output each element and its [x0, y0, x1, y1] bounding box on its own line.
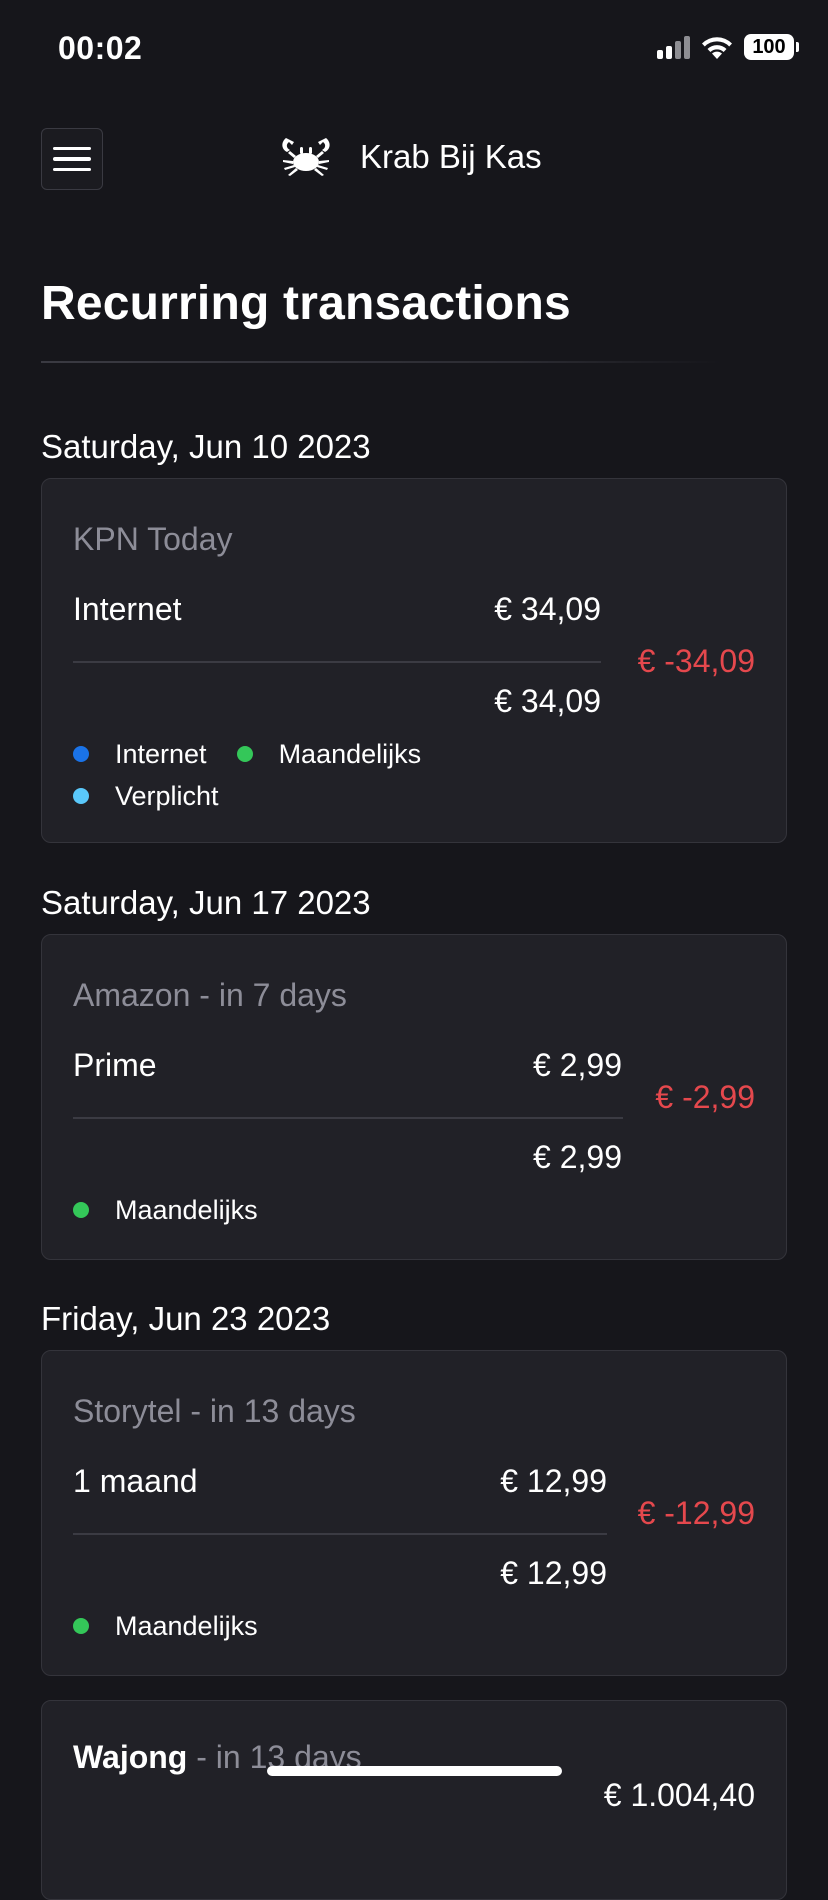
item-amount: € 1.004,40 [603, 1777, 755, 1813]
tag-label: Maandelijks [115, 1194, 258, 1225]
transaction-card[interactable]: Amazon - in 7 days Prime € 2,99 € 2,99 €… [41, 934, 787, 1260]
brand-name: Krab Bij Kas [360, 138, 542, 175]
total-amount: € -2,99 [655, 1079, 755, 1115]
tag-dot-icon [236, 746, 253, 762]
date-heading: Friday, Jun 23 2023 [41, 1300, 331, 1337]
date-heading: Saturday, Jun 10 2023 [41, 428, 371, 465]
battery-icon: 100 [744, 34, 799, 60]
item-name: 1 maand [73, 1463, 198, 1499]
item-name: Internet [73, 591, 182, 627]
item-amount: € 12,99 [500, 1463, 607, 1499]
tag-label: Maandelijks [278, 738, 422, 769]
merchant-title: Wajong [73, 1739, 188, 1775]
title-divider [41, 361, 721, 363]
tag-label: Internet [115, 738, 207, 769]
tag-dot-icon [73, 1202, 89, 1218]
hamburger-line [53, 146, 91, 151]
item-divider [73, 1117, 623, 1119]
item-amount: € 2,99 [533, 1047, 622, 1083]
tag: Internet [73, 739, 207, 769]
status-icons: 100 [657, 34, 799, 60]
tag-dot-icon [73, 1618, 89, 1634]
status-bar: 00:02 100 [0, 0, 828, 100]
total-amount: € -34,09 [637, 643, 755, 679]
tag: Maandelijks [73, 1195, 258, 1225]
transaction-card[interactable]: KPN Today Internet € 34,09 € 34,09 € -34… [41, 478, 787, 843]
item-amount: € 34,09 [494, 591, 601, 627]
subtotal-amount: € 34,09 [494, 683, 601, 719]
tag-dot-icon [73, 746, 89, 762]
tag: Maandelijks [73, 1611, 258, 1641]
item-divider [73, 661, 601, 663]
transaction-card[interactable]: Storytel - in 13 days 1 maand € 12,99 € … [41, 1350, 787, 1676]
tag-dot-icon [73, 788, 89, 804]
tag: Verplicht [73, 781, 219, 811]
transaction-card[interactable]: Wajong - in 13 days € 1.004,40 [41, 1700, 787, 1900]
subtotal-amount: € 12,99 [500, 1555, 607, 1591]
status-time: 00:02 [58, 30, 143, 66]
tag-label: Verplicht [115, 780, 219, 811]
tag: Maandelijks [236, 738, 422, 769]
home-indicator[interactable] [267, 1766, 562, 1776]
menu-button[interactable] [41, 128, 103, 190]
wifi-icon [702, 37, 732, 59]
brand[interactable]: Krab Bij Kas [280, 134, 542, 180]
tag-list: Maandelijks [73, 1611, 493, 1641]
tag-label: Maandelijks [115, 1610, 258, 1641]
total-amount: € -12,99 [637, 1495, 755, 1531]
cellular-signal-icon [657, 35, 690, 59]
hamburger-line [53, 167, 91, 172]
tag-list: Maandelijks [73, 1195, 493, 1225]
tag-list: Internet Maandelijks Verplicht [73, 739, 493, 811]
hamburger-line [53, 157, 91, 161]
subtotal-amount: € 2,99 [533, 1139, 622, 1175]
date-heading: Saturday, Jun 17 2023 [41, 884, 371, 921]
crab-icon [282, 138, 330, 176]
merchant-name: Amazon - in 7 days [73, 977, 347, 1013]
merchant-name: Storytel - in 13 days [73, 1393, 356, 1429]
page-title: Recurring transactions [41, 277, 571, 330]
item-divider [73, 1533, 607, 1535]
item-name: Prime [73, 1047, 157, 1083]
merchant-name: KPN Today [73, 521, 233, 557]
